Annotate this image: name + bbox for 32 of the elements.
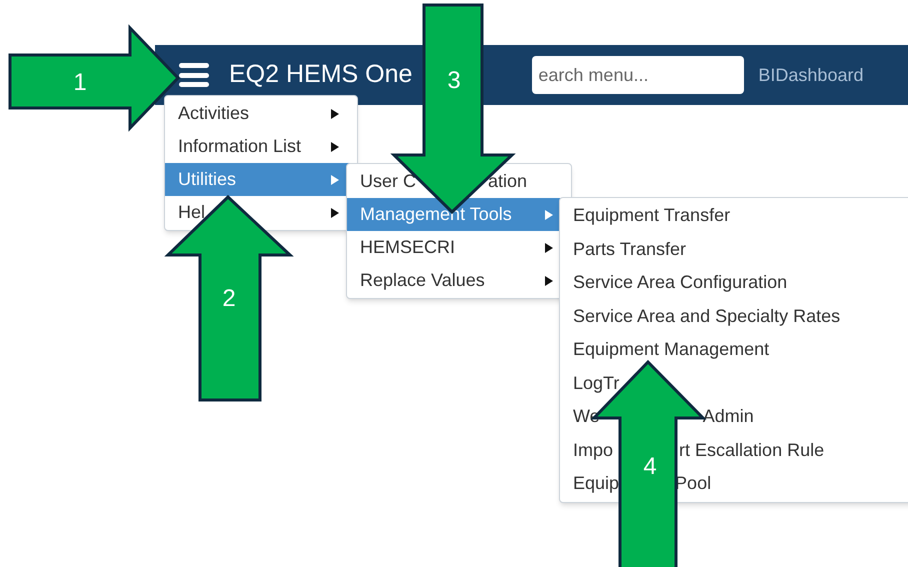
menu-item[interactable]: Activities — [178, 100, 250, 127]
app-title: EQ2 HEMS One — [229, 59, 412, 90]
caret-icon — [331, 142, 339, 152]
menu-item[interactable]: Admin — [702, 403, 754, 430]
menu-item[interactable]: User C — [360, 168, 416, 195]
step-number: 3 — [446, 66, 462, 96]
menu-item[interactable]: Equipment Transfer — [573, 202, 730, 230]
caret-icon — [545, 210, 553, 220]
menu-item[interactable]: Service Area Configuration — [573, 269, 788, 296]
menu-item[interactable]: Service Area and Specialty Rates — [573, 302, 840, 330]
step-number: 1 — [72, 68, 88, 98]
caret-icon — [545, 242, 553, 252]
caret-icon — [331, 208, 339, 218]
menu-item[interactable]: Information List — [178, 133, 302, 160]
menu-item[interactable]: Equipment Management — [573, 336, 770, 364]
step-number: 4 — [642, 452, 658, 482]
menu-icon[interactable] — [179, 63, 209, 87]
menu-item[interactable]: Parts Transfer — [573, 236, 686, 263]
menu-item[interactable]: rt Escallation Rule — [679, 436, 824, 464]
caret-icon — [545, 276, 553, 286]
menu-item[interactable]: ation — [488, 168, 528, 195]
menu-item[interactable]: Impo — [573, 436, 614, 464]
dashboard-link[interactable]: BIDashboard — [758, 62, 864, 88]
menu-item[interactable]: HEMSECRI — [360, 234, 456, 261]
caret-icon — [331, 174, 339, 184]
menu-item[interactable]: Hel — [178, 199, 206, 226]
menu-item[interactable]: Replace Values — [360, 267, 485, 294]
menu-item[interactable]: Equip — [573, 470, 620, 498]
search-field[interactable]: earch menu... — [532, 56, 744, 94]
caret-icon — [331, 108, 339, 118]
step-number: 2 — [221, 284, 237, 314]
menu-item[interactable]: LogTr — [573, 370, 620, 397]
